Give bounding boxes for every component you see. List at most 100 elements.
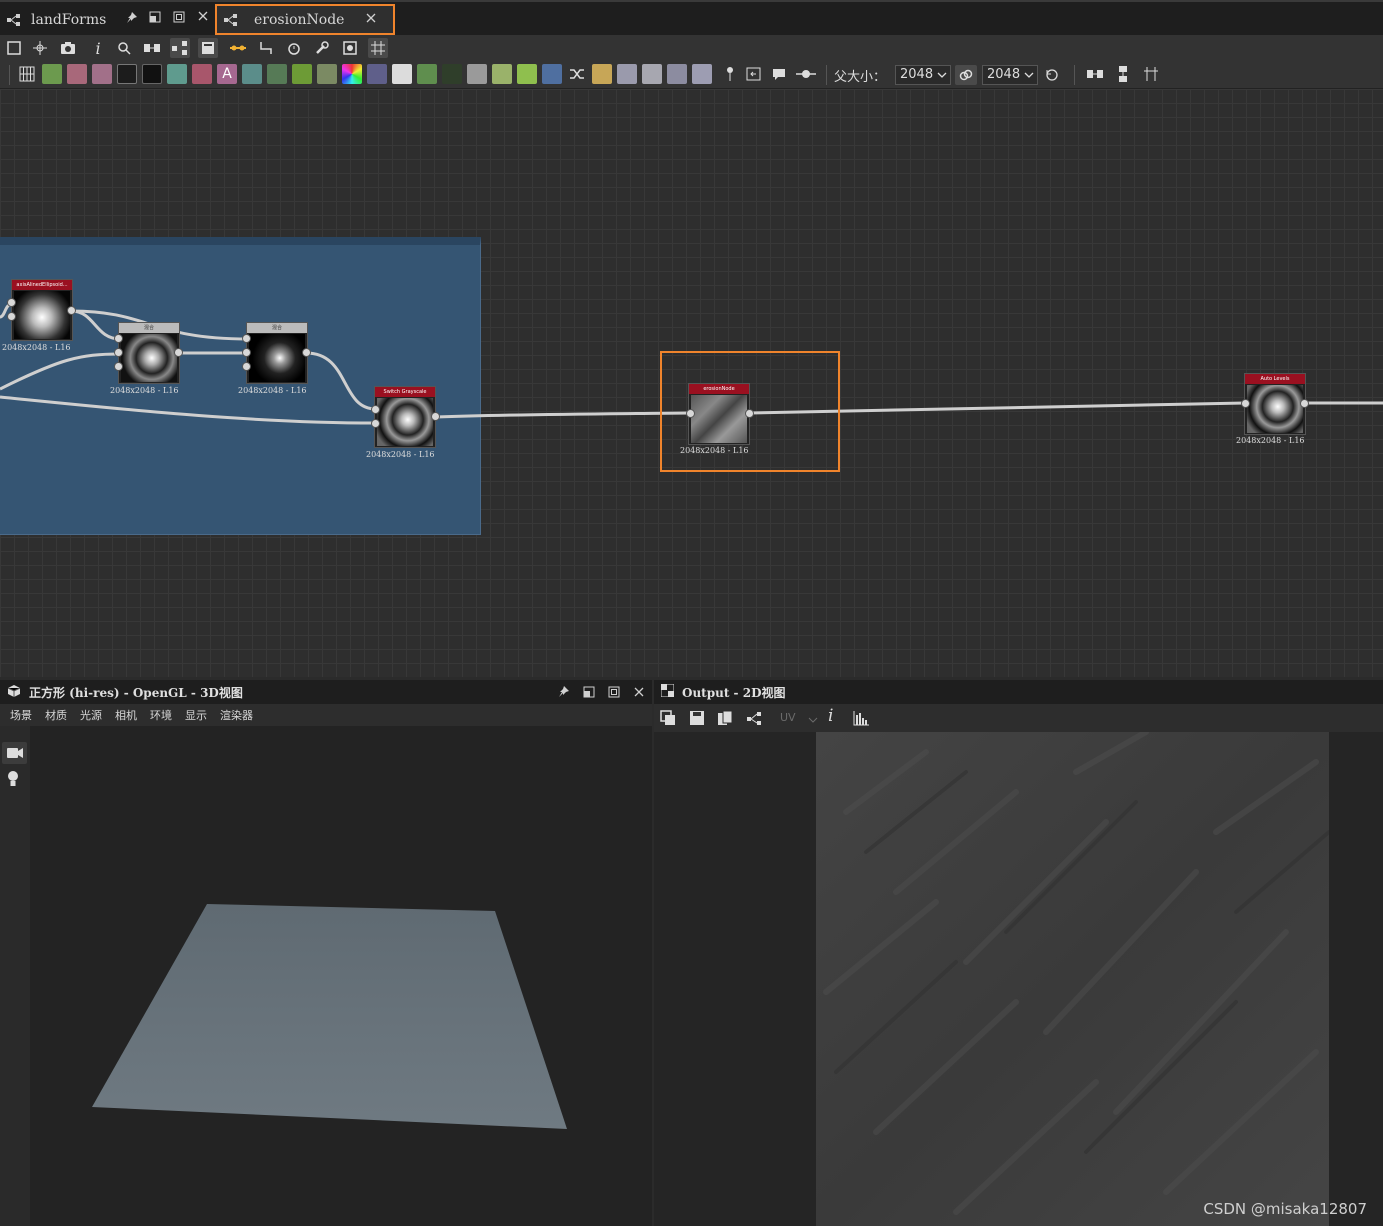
emboss-node-icon[interactable]	[442, 64, 462, 84]
grid-snap-icon[interactable]	[368, 38, 388, 58]
link-icon[interactable]	[228, 38, 248, 58]
shuffle-icon[interactable]	[567, 64, 587, 84]
output-port[interactable]	[1300, 399, 1309, 408]
drop-node-icon[interactable]	[317, 64, 337, 84]
fill-node-icon[interactable]	[192, 64, 212, 84]
input-port[interactable]	[114, 362, 123, 371]
node-blend-1[interactable]: 混合	[118, 322, 180, 384]
tab-landforms[interactable]: landForms	[0, 4, 212, 35]
input-port[interactable]	[7, 312, 16, 321]
save-icon[interactable]	[689, 710, 705, 730]
float-window-icon[interactable]	[149, 11, 161, 26]
mix-node-icon[interactable]	[467, 64, 487, 84]
pan-icon[interactable]	[30, 38, 50, 58]
shape-node-icon[interactable]	[417, 64, 437, 84]
tools-icon[interactable]	[312, 38, 332, 58]
symmetry-node-icon[interactable]	[592, 64, 612, 84]
close-icon[interactable]	[365, 12, 377, 27]
maximize-icon[interactable]	[173, 11, 185, 26]
graph-icon[interactable]	[170, 38, 190, 58]
output-texture-preview[interactable]	[816, 732, 1329, 1226]
close-icon[interactable]	[197, 10, 209, 25]
node-erosionnode[interactable]: erosionNode	[688, 383, 750, 445]
graph-instance-node-icon[interactable]	[667, 64, 687, 84]
menu-environment[interactable]: 环境	[150, 707, 172, 723]
input-port[interactable]	[242, 362, 251, 371]
input-port[interactable]	[686, 409, 695, 418]
menu-renderer[interactable]: 渲染器	[220, 707, 253, 723]
input-port[interactable]	[371, 405, 380, 414]
histogram-node-icon[interactable]	[492, 64, 512, 84]
close-icon[interactable]	[633, 686, 645, 701]
menu-lights[interactable]: 光源	[80, 707, 102, 723]
transform-node-icon[interactable]	[167, 64, 187, 84]
node-switch-grayscale[interactable]: Switch Grayscale	[374, 386, 436, 448]
uniform-color-node-icon[interactable]	[42, 64, 62, 84]
video-camera-icon[interactable]	[2, 742, 27, 764]
gradient-node-icon[interactable]	[267, 64, 287, 84]
noise-node-icon[interactable]	[142, 64, 162, 84]
node-blend-2[interactable]: 混合	[246, 322, 308, 384]
link-size-button[interactable]	[955, 65, 977, 85]
input-node-icon[interactable]	[617, 64, 637, 84]
copy-view-icon[interactable]	[660, 710, 676, 730]
timer-icon[interactable]	[284, 38, 304, 58]
comment-icon[interactable]	[769, 64, 789, 84]
warp-node-icon[interactable]	[242, 64, 262, 84]
height-size-select[interactable]: 2048	[982, 65, 1038, 85]
input-port[interactable]	[242, 348, 251, 357]
hsl-node-icon[interactable]	[342, 64, 362, 84]
output-port[interactable]	[67, 306, 76, 315]
node-ellipsoid[interactable]: axisAlinedEllipsoid...	[11, 279, 73, 341]
uv-toggle[interactable]: UV	[780, 711, 796, 724]
crop-node-icon[interactable]	[542, 64, 562, 84]
distribute-icon[interactable]	[1141, 64, 1161, 84]
info-icon[interactable]: i	[88, 38, 108, 58]
align-vertical-icon[interactable]	[1113, 64, 1133, 84]
directional-node-icon[interactable]	[517, 64, 537, 84]
frame-all-icon[interactable]	[4, 38, 24, 58]
info-icon[interactable]: i	[828, 706, 833, 726]
library-icon[interactable]	[198, 38, 218, 58]
align-icon[interactable]	[142, 38, 162, 58]
pin-icon[interactable]	[557, 685, 570, 701]
input-port[interactable]	[114, 334, 123, 343]
maximize-icon[interactable]	[608, 686, 620, 701]
text-node-icon[interactable]: A	[217, 64, 237, 84]
curve-node-icon[interactable]	[67, 64, 87, 84]
bitmap-node-icon[interactable]	[92, 64, 112, 84]
float-window-icon[interactable]	[583, 686, 595, 701]
histogram-icon[interactable]	[852, 710, 870, 730]
node-auto-levels[interactable]: Auto Levels	[1244, 373, 1306, 435]
dot-node-icon[interactable]	[794, 64, 818, 84]
input-port[interactable]	[242, 334, 251, 343]
export-icon[interactable]	[744, 64, 764, 84]
menu-display[interactable]: 显示	[185, 707, 207, 723]
pin-node-icon[interactable]	[720, 64, 740, 84]
input-port[interactable]	[371, 419, 380, 428]
output-node-icon[interactable]	[642, 64, 662, 84]
width-size-select[interactable]: 2048	[895, 65, 951, 85]
menu-scene[interactable]: 场景	[10, 707, 32, 723]
copy-icon[interactable]	[717, 710, 733, 730]
blend-node-icon[interactable]	[392, 64, 412, 84]
connector-style-icon[interactable]	[256, 38, 276, 58]
search-icon[interactable]	[114, 38, 134, 58]
input-port[interactable]	[114, 348, 123, 357]
pin-icon[interactable]	[125, 11, 138, 27]
align-horizontal-icon[interactable]	[1085, 64, 1105, 84]
camera-icon[interactable]	[58, 38, 78, 58]
circle-node-icon[interactable]	[367, 64, 387, 84]
graph-canvas[interactable]: axisAlinedEllipsoid... 2048x2048 - L16 混…	[0, 89, 1383, 677]
frame-node-icon[interactable]	[692, 64, 712, 84]
3d-viewport[interactable]	[30, 726, 652, 1226]
chevron-down-icon[interactable]	[808, 711, 818, 730]
svg-node-icon[interactable]	[117, 64, 137, 84]
output-port[interactable]	[745, 409, 754, 418]
light-bulb-icon[interactable]	[6, 770, 20, 792]
menu-camera[interactable]: 相机	[115, 707, 137, 723]
graph-icon[interactable]	[747, 711, 763, 730]
menu-material[interactable]: 材质	[45, 707, 67, 723]
input-port[interactable]	[7, 298, 16, 307]
tile-grid-icon[interactable]	[17, 64, 37, 84]
